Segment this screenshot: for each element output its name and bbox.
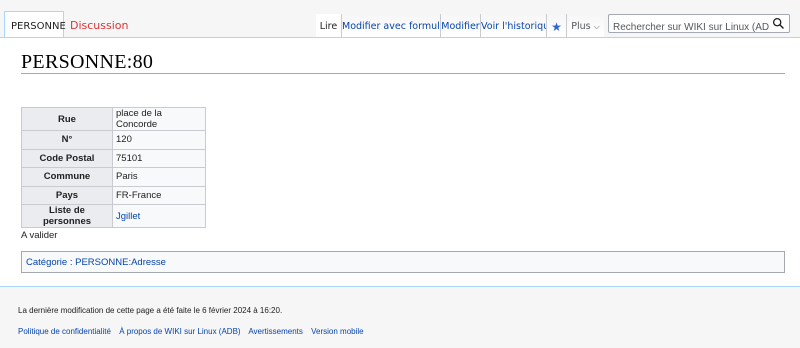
table-row: Liste de personnes Jgillet — [21, 204, 206, 228]
row-value: Paris — [112, 167, 206, 187]
row-label: Commune — [21, 167, 113, 187]
person-link[interactable]: Jgillet — [116, 211, 140, 222]
category-separator: : — [67, 257, 76, 268]
category-link[interactable]: PERSONNE:Adresse — [75, 257, 166, 268]
row-label: Liste de personnes — [21, 204, 113, 228]
more-label: Plus — [571, 21, 591, 32]
chevron-down-icon: ⌵ — [593, 22, 600, 31]
page-title: PERSONNE:80 — [21, 51, 154, 73]
tab-read[interactable]: Lire — [316, 14, 341, 38]
row-label: Rue — [21, 107, 113, 131]
row-label: Code Postal — [21, 148, 113, 168]
search-box — [608, 14, 790, 36]
row-value: 120 — [112, 130, 206, 150]
tab-discussion[interactable]: Discussion — [64, 10, 129, 38]
tab-bar: PERSONNE Discussion Lire Modifier avec f… — [0, 0, 800, 39]
table-row: Rue place de la Concorde — [21, 107, 206, 131]
category-links: Catégorie : PERSONNE:Adresse — [21, 251, 785, 273]
infobox-table: Rue place de la Concorde N° 120 Code Pos… — [21, 107, 206, 228]
footer-link-privacy[interactable]: Politique de confidentialité — [18, 327, 111, 336]
title-divider — [21, 73, 785, 74]
more-menu[interactable]: Plus ⌵ — [566, 14, 604, 38]
table-row: Pays FR-France — [21, 185, 206, 205]
footer-links: Politique de confidentialité À propos de… — [18, 327, 370, 336]
row-label: Pays — [21, 185, 113, 205]
footer-link-about[interactable]: À propos de WIKI sur Linux (ADB) — [119, 327, 240, 336]
row-value: place de la Concorde — [112, 107, 206, 131]
status-text: A valider — [21, 230, 58, 241]
tab-edit-with-form[interactable]: Modifier avec formulaire — [341, 14, 458, 38]
categories-label-link[interactable]: Catégorie — [26, 257, 67, 268]
tab-history[interactable]: Voir l'historique — [480, 14, 555, 38]
table-row: N° 120 — [21, 130, 206, 150]
table-row: Code Postal 75101 — [21, 148, 206, 168]
star-icon: ★ — [551, 20, 562, 34]
search-input[interactable] — [609, 19, 769, 36]
footer-link-disclaimers[interactable]: Avertissements — [248, 327, 303, 336]
search-icon[interactable] — [772, 17, 785, 30]
content-area: PERSONNE:80 Rue place de la Concorde N° … — [0, 37, 800, 287]
row-value: 75101 — [112, 148, 206, 168]
watch-button[interactable]: ★ — [546, 14, 566, 38]
row-value: FR-France — [112, 185, 206, 205]
last-modified: La dernière modification de cette page a… — [18, 306, 283, 315]
row-label: N° — [21, 130, 113, 150]
footer-link-mobile[interactable]: Version mobile — [311, 327, 363, 336]
tab-edit[interactable]: Modifier — [440, 14, 480, 38]
row-value-cell: Jgillet — [112, 204, 206, 228]
tab-namespace[interactable]: PERSONNE — [4, 11, 66, 39]
table-row: Commune Paris — [21, 167, 206, 187]
